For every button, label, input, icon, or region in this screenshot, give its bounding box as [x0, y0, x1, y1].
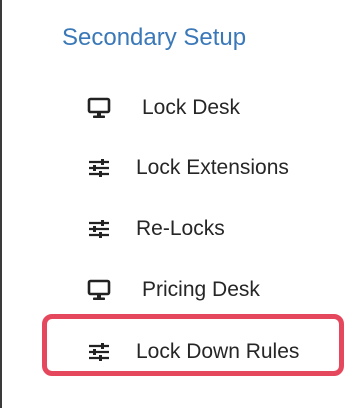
menu-item-pricing-desk[interactable]: Pricing Desk — [86, 272, 260, 308]
menu-item-lock-desk[interactable]: Lock Desk — [86, 90, 240, 126]
sliders-icon — [86, 217, 112, 241]
secondary-setup-panel: Secondary Setup Lock Desk Lock Extension… — [0, 0, 355, 408]
sliders-icon — [86, 156, 112, 180]
menu-item-label: Re-Locks — [136, 217, 225, 240]
menu-item-lock-down-rules[interactable]: Lock Down Rules — [86, 334, 299, 370]
section-title: Secondary Setup — [62, 24, 247, 51]
monitor-icon — [86, 96, 112, 120]
menu-item-label: Pricing Desk — [142, 278, 260, 301]
panel-left-border — [0, 0, 2, 408]
menu-item-label: Lock Extensions — [136, 156, 289, 179]
menu-item-label: Lock Down Rules — [136, 340, 300, 363]
menu-item-label: Lock Desk — [142, 96, 241, 119]
menu-item-re-locks[interactable]: Re-Locks — [86, 211, 225, 247]
menu-item-lock-extensions[interactable]: Lock Extensions — [86, 150, 289, 186]
sliders-icon — [86, 340, 112, 364]
monitor-icon — [86, 278, 112, 302]
